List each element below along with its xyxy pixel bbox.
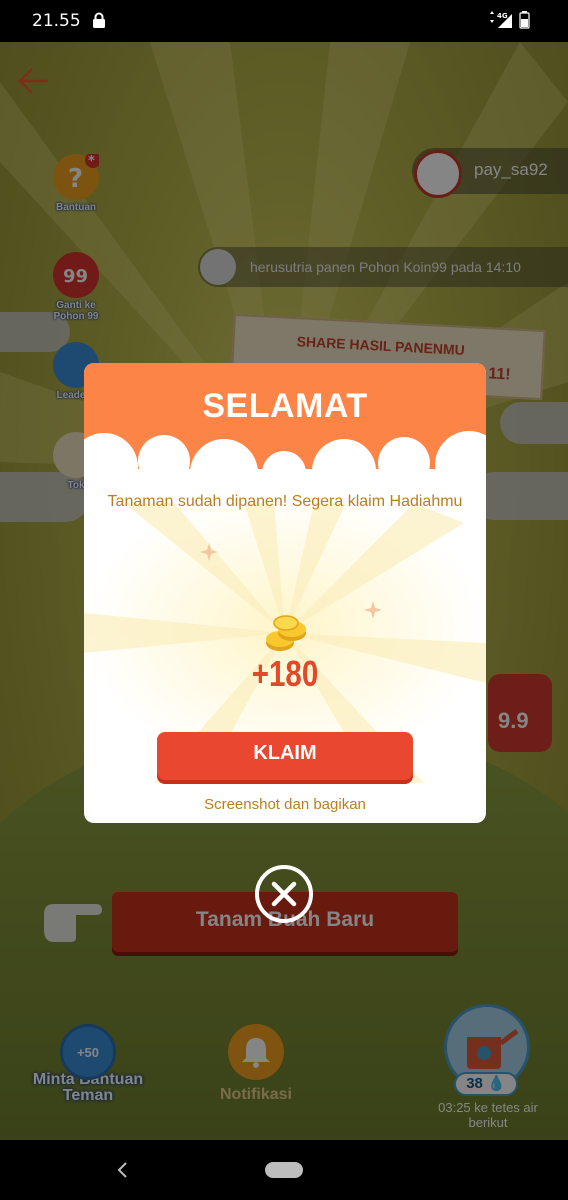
nav-back-icon[interactable] bbox=[114, 1160, 130, 1180]
reward-amount: +180 bbox=[251, 653, 319, 694]
coins-icon bbox=[266, 615, 306, 651]
dialog-title: SELAMAT bbox=[202, 387, 368, 425]
lock-icon bbox=[93, 12, 105, 28]
nav-home-pill[interactable] bbox=[265, 1162, 303, 1178]
harvest-reward-dialog: SELAMAT Tanaman sudah dipanen! Segera kl… bbox=[84, 363, 486, 823]
sparkle-icon bbox=[200, 543, 218, 561]
svg-text:4G: 4G bbox=[497, 12, 508, 20]
screenshot-share-link[interactable]: Screenshot dan bagikan bbox=[84, 796, 486, 813]
status-bar: 21.55 4G bbox=[0, 0, 568, 42]
status-time: 21.55 bbox=[32, 11, 81, 31]
system-nav-bar bbox=[0, 1140, 568, 1200]
dialog-message: Tanaman sudah dipanen! Segera klaim Hadi… bbox=[107, 493, 463, 510]
sparkle-icon bbox=[364, 601, 382, 619]
signal-battery-icon: 4G bbox=[490, 11, 530, 29]
claim-button[interactable]: KLAIM bbox=[157, 732, 413, 780]
close-icon[interactable] bbox=[254, 864, 314, 924]
